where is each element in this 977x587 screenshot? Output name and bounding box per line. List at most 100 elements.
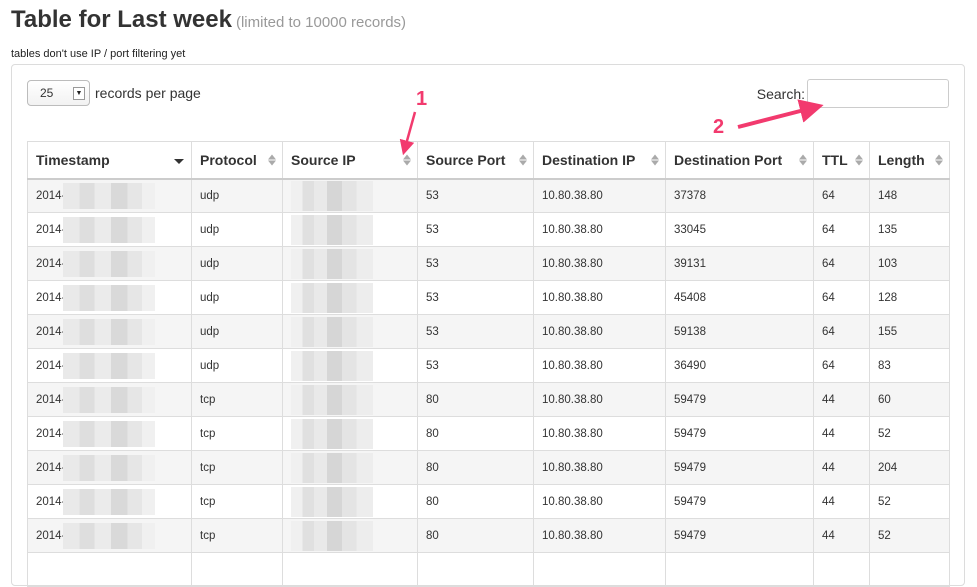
search-input[interactable] [807,79,949,108]
sort-descending-icon [174,158,184,164]
cell-ttl: 44 [813,416,870,451]
table-row[interactable]: 2014- udp 53 10.80.38.80 39131 64 103 [27,246,950,281]
table-panel: 25 ▼ records per page Search: Timestamp … [11,64,965,587]
table-row[interactable]: 2014- udp 53 10.80.38.80 37378 64 148 [27,178,950,213]
cell-protocol: udp [191,348,283,383]
cell-timestamp: 2014- [27,382,192,417]
column-header-ttl[interactable]: TTL [813,141,870,180]
cell-source-port: 53 [417,348,534,383]
cell-ttl: 64 [813,348,870,383]
sort-icon [403,154,411,166]
timestamp-text: 2014- [36,223,66,236]
cell-ttl [813,552,870,587]
cell-destination-port: 59479 [665,484,814,519]
cell-destination-port: 59138 [665,314,814,349]
table-row[interactable]: 2014- tcp 80 10.80.38.80 59479 44 204 [27,450,950,485]
cell-protocol: tcp [191,484,283,519]
cell-destination-ip: 10.80.38.80 [533,382,666,417]
cell-timestamp: 2014- [27,348,192,383]
cell-destination-port: 59479 [665,382,814,417]
cell-timestamp: 2014- [27,246,192,281]
cell-protocol [191,552,283,587]
cell-source-ip [282,178,418,213]
table-row[interactable]: 2014- tcp 80 10.80.38.80 59479 44 52 [27,484,950,519]
cell-destination-port: 33045 [665,212,814,247]
cell-timestamp: 2014- [27,314,192,349]
cell-source-port: 80 [417,382,534,417]
column-header-destination-port[interactable]: Destination Port [665,141,814,180]
page-title: Table for Last week (limited to 10000 rec… [11,6,406,34]
cell-source-ip [282,314,418,349]
records-per-page-select[interactable]: 25 ▼ [27,80,90,106]
column-header-destination-ip[interactable]: Destination IP [533,141,666,180]
cell-length [869,552,950,587]
column-header-timestamp[interactable]: Timestamp [27,141,192,180]
table-row[interactable] [27,552,950,587]
timestamp-text: 2014- [36,495,66,508]
cell-length: 83 [869,348,950,383]
redacted-timestamp [63,284,156,311]
cell-length: 155 [869,314,950,349]
redacted-timestamp [63,522,156,549]
column-header-length[interactable]: Length [869,141,950,180]
filter-note: tables don't use IP / port filtering yet [11,48,186,60]
timestamp-text: 2014- [36,393,66,406]
cell-ttl: 44 [813,382,870,417]
cell-source-port: 53 [417,246,534,281]
cell-timestamp: 2014- [27,416,192,451]
cell-ttl: 44 [813,450,870,485]
redacted-timestamp [63,318,156,345]
table-row[interactable]: 2014- udp 53 10.80.38.80 33045 64 135 [27,212,950,247]
column-header-source-port[interactable]: Source Port [417,141,534,180]
cell-source-ip [282,518,418,553]
redacted-source-ip [291,248,373,279]
redacted-source-ip [291,384,373,415]
cell-destination-ip: 10.80.38.80 [533,518,666,553]
search-control: Search: [757,79,949,108]
redacted-timestamp [63,250,156,277]
cell-destination-port: 45408 [665,280,814,315]
cell-protocol: udp [191,178,283,213]
cell-destination-port: 36490 [665,348,814,383]
cell-timestamp: 2014- [27,518,192,553]
table-row[interactable]: 2014- udp 53 10.80.38.80 59138 64 155 [27,314,950,349]
cell-timestamp: 2014- [27,280,192,315]
cell-ttl: 64 [813,178,870,213]
sort-icon [268,154,276,166]
redacted-source-ip [291,180,373,211]
cell-destination-ip: 10.80.38.80 [533,484,666,519]
cell-timestamp: 2014- [27,450,192,485]
column-header-label: Length [878,151,925,168]
cell-protocol: udp [191,246,283,281]
cell-source-port: 80 [417,484,534,519]
cell-source-ip [282,348,418,383]
cell-timestamp [27,552,192,587]
cell-source-ip [282,552,418,587]
table-row[interactable]: 2014- udp 53 10.80.38.80 45408 64 128 [27,280,950,315]
cell-length: 128 [869,280,950,315]
cell-ttl: 64 [813,246,870,281]
cell-destination-ip [533,552,666,587]
cell-destination-ip: 10.80.38.80 [533,178,666,213]
column-header-label: Source Port [426,151,506,168]
column-header-protocol[interactable]: Protocol [191,141,283,180]
records-per-page-value: 25 [40,86,54,100]
cell-length: 60 [869,382,950,417]
table-row[interactable]: 2014- tcp 80 10.80.38.80 59479 44 52 [27,416,950,451]
annotation-marker-1: 1 [416,88,428,110]
column-header-source-ip[interactable]: Source IP [282,141,418,180]
table-row[interactable]: 2014- udp 53 10.80.38.80 36490 64 83 [27,348,950,383]
annotation-marker-2: 2 [713,116,725,138]
table-row[interactable]: 2014- tcp 80 10.80.38.80 59479 44 52 [27,518,950,553]
cell-destination-port [665,552,814,587]
table-row[interactable]: 2014- tcp 80 10.80.38.80 59479 44 60 [27,382,950,417]
cell-destination-ip: 10.80.38.80 [533,246,666,281]
cell-ttl: 44 [813,518,870,553]
timestamp-text: 2014- [36,461,66,474]
cell-length: 204 [869,450,950,485]
table-header-row: Timestamp Protocol Source IP Source Port… [27,141,950,180]
redacted-source-ip [291,452,373,483]
cell-source-port: 80 [417,416,534,451]
sort-icon [799,154,807,166]
cell-destination-ip: 10.80.38.80 [533,280,666,315]
